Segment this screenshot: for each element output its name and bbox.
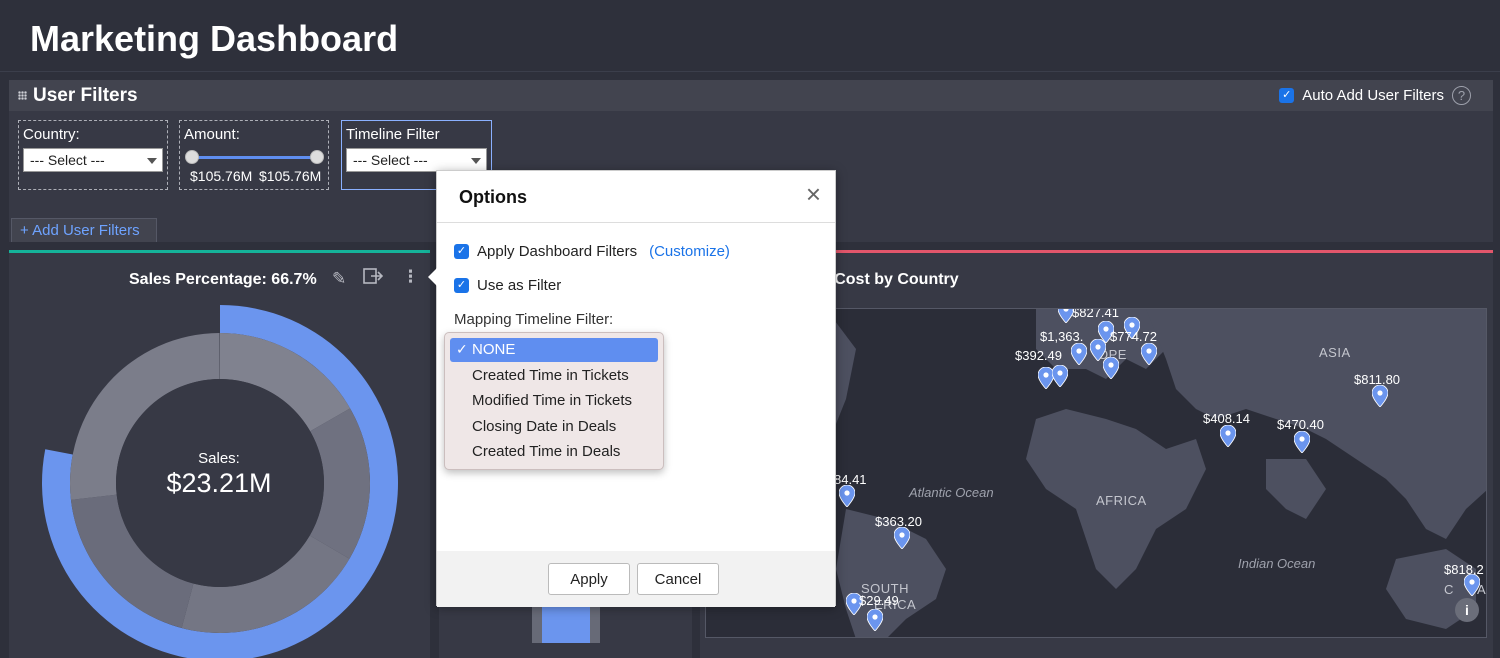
grid-icon[interactable]	[18, 91, 27, 100]
info-icon[interactable]: i	[1455, 598, 1479, 622]
map-value-label: 84.41	[834, 472, 867, 487]
auto-add-label: Auto Add User Filters	[1302, 87, 1444, 104]
region-label-oceania-a: A	[1477, 582, 1487, 597]
amount-filter-label: Amount:	[184, 126, 240, 143]
amount-slider-min-handle[interactable]	[185, 150, 199, 164]
user-filters-title: User Filters	[33, 85, 138, 106]
timeline-filter-label: Timeline Filter	[346, 126, 440, 143]
dropdown-option-closing-date-deals[interactable]: Closing Date in Deals	[450, 415, 658, 439]
region-label-africa: AFRICA	[1096, 493, 1147, 508]
dropdown-option-none[interactable]: ✓ NONE	[450, 338, 658, 362]
country-filter: Country: --- Select ---	[18, 120, 168, 190]
use-as-filter-checkbox[interactable]: ✓	[454, 278, 469, 293]
sales-percentage-card: Sales Percentage: 66.7% ✎ ⋮ Sales: $23.2…	[9, 250, 430, 658]
close-icon[interactable]: ×	[806, 181, 821, 207]
map-pin-icon[interactable]	[866, 608, 884, 632]
map-pin-icon[interactable]	[1051, 364, 1069, 388]
dropdown-option-label: NONE	[472, 341, 516, 358]
dropdown-option-label: Closing Date in Deals	[472, 418, 617, 435]
region-label-asia: ASIA	[1319, 345, 1351, 360]
dropdown-option-modified-time-tickets[interactable]: Modified Time in Tickets	[450, 389, 658, 413]
apply-dashboard-filters-option: ✓ Apply Dashboard Filters (Customize)	[454, 243, 730, 260]
dashboard-header: Marketing Dashboard	[0, 0, 1500, 72]
map-card-title: n Cost by Country	[820, 271, 959, 288]
chevron-down-icon	[147, 158, 157, 164]
mapping-timeline-label: Mapping Timeline Filter:	[454, 311, 614, 328]
country-filter-label: Country:	[23, 126, 80, 143]
map-value-label: $827.41	[1072, 308, 1119, 320]
timeline-select[interactable]: --- Select ---	[346, 148, 487, 172]
map-value-label: $363.20	[875, 514, 922, 529]
add-user-filters-button[interactable]: + Add User Filters	[11, 218, 157, 242]
country-select[interactable]: --- Select ---	[23, 148, 163, 172]
bar-fill	[542, 603, 590, 643]
country-select-value: --- Select ---	[30, 152, 105, 168]
map-value-label: $811.80	[1354, 372, 1401, 387]
dropdown-option-label: Created Time in Deals	[472, 443, 621, 460]
ocean-label-atlantic: Atlantic Ocean	[909, 485, 994, 500]
apply-dashboard-filters-checkbox[interactable]: ✓	[454, 244, 469, 259]
map-pin-icon[interactable]	[1140, 342, 1158, 366]
map-value-label: $408.14	[1203, 411, 1250, 426]
use-as-filter-option: ✓ Use as Filter	[454, 277, 561, 294]
map-value-label: $1,363.	[1040, 329, 1084, 344]
dialog-title: Options	[459, 187, 527, 207]
ocean-label-indian: Indian Ocean	[1238, 556, 1316, 571]
map-pin-icon[interactable]	[1070, 342, 1088, 366]
auto-add-user-filters[interactable]: ✓ Auto Add User Filters ?	[1279, 86, 1471, 105]
user-filters-header: User Filters ✓ Auto Add User Filters ?	[9, 80, 1493, 111]
dialog-divider	[437, 222, 835, 223]
dialog-footer: Apply Cancel	[437, 551, 835, 607]
chevron-down-icon	[471, 158, 481, 164]
map-pin-icon[interactable]	[1371, 384, 1389, 408]
apply-dashboard-filters-label: Apply Dashboard Filters	[477, 243, 638, 260]
map-value-label: $774.72	[1110, 329, 1157, 344]
use-as-filter-label: Use as Filter	[477, 277, 562, 294]
amount-max-value: $105.76M	[259, 168, 322, 184]
apply-button[interactable]: Apply	[548, 563, 630, 595]
dropdown-option-label: Modified Time in Tickets	[472, 392, 633, 409]
dropdown-option-label: Created Time in Tickets	[472, 367, 629, 384]
timeline-select-value: --- Select ---	[353, 152, 428, 168]
map-value-label: $392.49	[1015, 348, 1062, 363]
map-pin-icon[interactable]	[893, 526, 911, 550]
map-value-label: $470.40	[1277, 417, 1324, 432]
mapping-timeline-dropdown: ✓ NONE Created Time in Tickets Modified …	[444, 332, 664, 470]
map-value-label: $818.2	[1444, 562, 1484, 577]
page-title: Marketing Dashboard	[30, 18, 399, 59]
map-pin-icon[interactable]	[838, 484, 856, 508]
help-icon[interactable]: ?	[1452, 86, 1471, 105]
check-icon: ✓	[456, 341, 468, 357]
sales-center-value: $23.21M	[166, 468, 272, 498]
map-value-label: $29.49	[859, 593, 899, 608]
bar-chart-bar	[532, 603, 600, 643]
map-pin-icon[interactable]	[1219, 424, 1237, 448]
amount-slider-max-handle[interactable]	[310, 150, 324, 164]
dialog-pointer	[428, 268, 437, 286]
auto-add-checkbox[interactable]: ✓	[1279, 88, 1295, 103]
map-pin-icon[interactable]	[1102, 356, 1120, 380]
cancel-button[interactable]: Cancel	[637, 563, 719, 595]
amount-min-value: $105.76M	[190, 168, 253, 184]
customize-link[interactable]: (Customize)	[649, 243, 730, 260]
sales-center-label: Sales:	[198, 450, 240, 467]
map-pin-icon[interactable]	[1293, 430, 1311, 454]
dropdown-option-created-time-tickets[interactable]: Created Time in Tickets	[450, 364, 658, 388]
amount-filter: Amount: $105.76M $105.76M	[179, 120, 329, 190]
region-label-oceania-c: C	[1444, 582, 1454, 597]
dropdown-option-created-time-deals[interactable]: Created Time in Deals	[450, 440, 658, 464]
amount-slider-track[interactable]	[192, 156, 317, 159]
